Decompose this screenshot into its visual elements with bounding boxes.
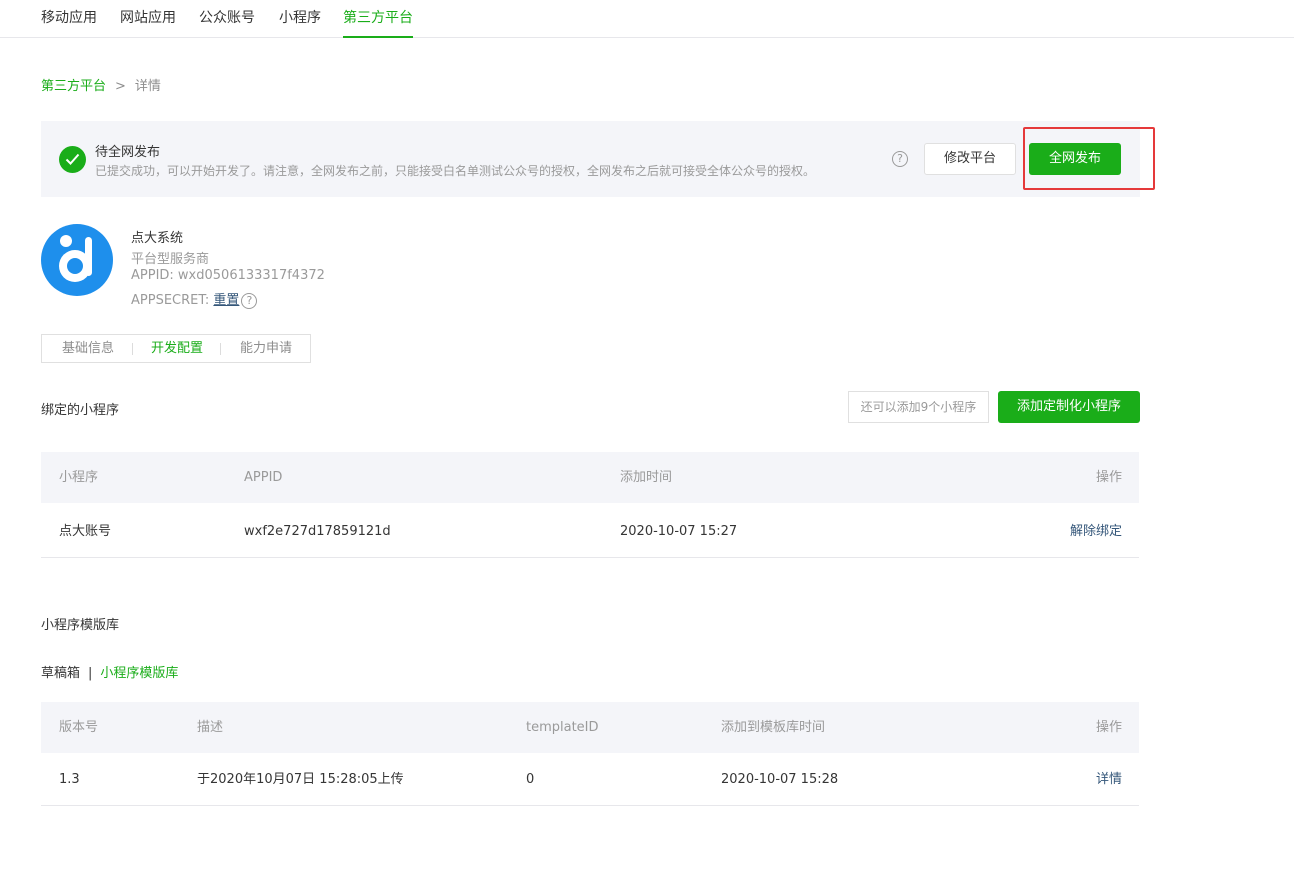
add-custom-mini-program-button[interactable]: 添加定制化小程序: [998, 391, 1140, 423]
appsecret-label: APPSECRET:: [131, 293, 210, 308]
nav-tab-mobile-app[interactable]: 移动应用: [41, 0, 97, 38]
highlight-annotation-box: [1023, 127, 1155, 190]
template-version: 1.3: [59, 772, 80, 787]
platform-name: 点大系统: [131, 231, 184, 246]
top-nav: 移动应用 网站应用 公众账号 小程序 第三方平台: [0, 0, 1294, 38]
template-library-tabs: 草稿箱 | 小程序模版库: [41, 662, 178, 681]
help-icon[interactable]: ?: [892, 151, 908, 167]
platform-appid: APPID: wxd0506133317f4372: [131, 268, 325, 283]
tab-separator: |: [88, 666, 93, 681]
bound-table-header: 小程序 APPID 添加时间 操作: [41, 452, 1139, 503]
column-header: 描述: [197, 720, 224, 735]
column-header: 添加到模板库时间: [721, 720, 826, 735]
mini-program-name: 点大账号: [59, 524, 112, 539]
nav-tab-official-account[interactable]: 公众账号: [199, 0, 255, 38]
status-description: 已提交成功，可以开始开发了。请注意，全网发布之前，只能接受白名单测试公众号的授权…: [95, 164, 816, 178]
subtab-basic-info[interactable]: 基础信息: [62, 335, 114, 362]
template-id: 0: [526, 772, 535, 787]
template-library-title: 小程序模版库: [41, 618, 120, 633]
appsecret-reset-link[interactable]: 重置: [213, 293, 239, 308]
nav-tab-third-party-platform[interactable]: 第三方平台: [343, 0, 413, 38]
subtab-capability-apply[interactable]: 能力申请: [240, 335, 292, 362]
table-row: 1.3 于2020年10月07日 15:28:05上传 0 2020-10-07…: [41, 753, 1139, 806]
column-header: templateID: [526, 720, 599, 735]
nav-tab-mini-program[interactable]: 小程序: [279, 0, 321, 38]
template-description: 于2020年10月07日 15:28:05上传: [197, 772, 404, 787]
mini-program-appid: wxf2e727d17859121d: [244, 524, 391, 539]
bound-mini-programs-title: 绑定的小程序: [41, 403, 120, 418]
column-header: 添加时间: [620, 470, 673, 485]
status-panel: 待全网发布 已提交成功，可以开始开发了。请注意，全网发布之前，只能接受白名单测试…: [41, 121, 1140, 197]
edit-platform-button[interactable]: 修改平台: [924, 143, 1016, 175]
subtab-divider: [132, 343, 133, 355]
success-check-icon: [59, 146, 86, 173]
tab-template-library[interactable]: 小程序模版库: [100, 666, 178, 681]
column-header: APPID: [244, 470, 283, 485]
platform-type: 平台型服务商: [131, 252, 210, 267]
platform-logo-icon: [41, 224, 113, 296]
subtab-divider: [220, 343, 221, 355]
table-row: 点大账号 wxf2e727d17859121d 2020-10-07 15:27…: [41, 505, 1139, 558]
status-title: 待全网发布: [95, 145, 161, 160]
breadcrumb-current: 详情: [134, 79, 161, 94]
template-added-time: 2020-10-07 15:28: [721, 772, 839, 787]
quota-hint: 还可以添加9个小程序: [848, 391, 989, 423]
column-header: 版本号: [59, 720, 99, 735]
nav-tab-website-app[interactable]: 网站应用: [120, 0, 176, 38]
template-detail-link[interactable]: 详情: [1096, 753, 1122, 806]
column-header: 操作: [1095, 720, 1122, 735]
help-icon[interactable]: ?: [241, 292, 258, 309]
column-header: 小程序: [59, 470, 99, 485]
platform-appsecret: APPSECRET: 重置?: [131, 289, 258, 309]
breadcrumb-separator: >: [115, 79, 126, 94]
unbind-link[interactable]: 解除绑定: [1070, 505, 1122, 558]
detail-subtabs: 基础信息 开发配置 能力申请: [41, 334, 311, 363]
breadcrumb-parent-link[interactable]: 第三方平台: [41, 79, 106, 94]
mini-program-added-time: 2020-10-07 15:27: [620, 524, 738, 539]
breadcrumb: 第三方平台 > 详情: [41, 75, 161, 94]
tab-drafts[interactable]: 草稿箱: [41, 666, 80, 681]
subtab-dev-config[interactable]: 开发配置: [151, 335, 203, 362]
column-header: 操作: [1095, 470, 1122, 485]
template-table-header: 版本号 描述 templateID 添加到模板库时间 操作: [41, 702, 1139, 753]
